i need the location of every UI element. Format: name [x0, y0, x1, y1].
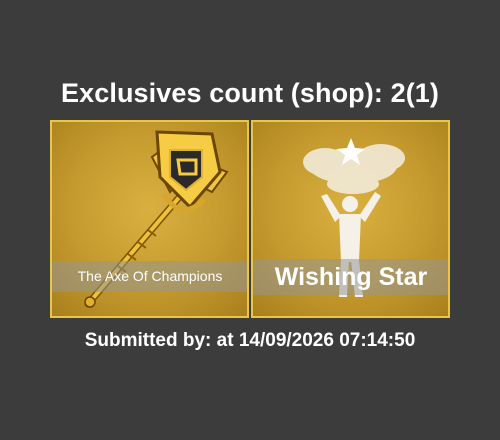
submission-footer: Submitted by: at 14/09/2026 07:14:50 [0, 330, 500, 352]
item-grid: The Axe Of Champions Wishing Star [50, 120, 450, 318]
exclusives-count-label: Exclusives count (shop): [61, 78, 383, 108]
item-name-label: The Axe Of Champions [52, 261, 247, 292]
submitted-by-label: Submitted by: [84, 330, 212, 351]
item-card-wishing-star[interactable]: Wishing Star [251, 120, 450, 318]
item-card-axe-of-champions[interactable]: The Axe Of Champions [50, 120, 249, 318]
item-name-label: Wishing Star [253, 259, 448, 295]
at-label: at [216, 330, 234, 351]
exclusives-count-value: 2(1) [390, 78, 439, 108]
exclusives-count-header: Exclusives count (shop): 2(1) [0, 78, 500, 109]
submission-timestamp: 14/09/2026 07:14:50 [238, 330, 416, 351]
